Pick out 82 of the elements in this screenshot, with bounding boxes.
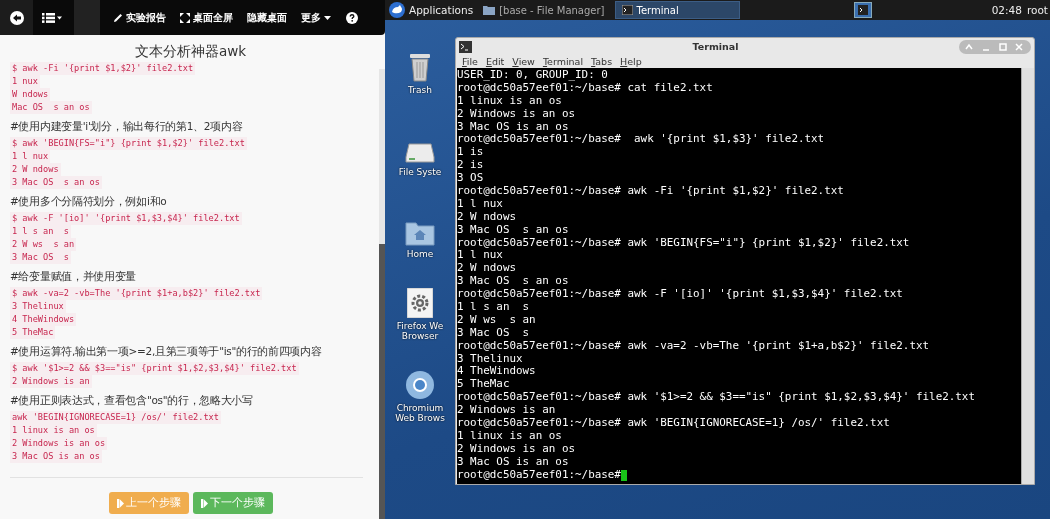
menu-item[interactable]: Terminal: [542, 56, 584, 67]
section-heading: #使用正则表达式，查看包含"os"的行，忽略大小写: [10, 394, 254, 408]
folder-icon: [483, 5, 496, 15]
taskbar-task[interactable]: [base - File Manager]: [477, 1, 611, 19]
terminal-line: root@dc50a57eef01:~/base# awk -va=2 -vb=The '{print $1+a,b$2}' file2.txt: [457, 339, 931, 353]
terminal-line: 5 TheMac: [457, 378, 511, 392]
terminal-line: 3 Thelinux: [457, 352, 524, 366]
menu-item[interactable]: File: [462, 56, 478, 67]
terminal-icon: [857, 5, 868, 15]
section-heading: #使用运算符,输出第一项>=2,且第三项等于"is"的行的前四项内容: [10, 345, 323, 359]
scrollbar[interactable]: [1021, 68, 1034, 484]
scrollbar[interactable]: [379, 69, 385, 519]
desktop-icon-label[interactable]: File Syste: [398, 167, 442, 177]
gear-icon[interactable]: [407, 288, 433, 318]
user-name: root: [1026, 4, 1048, 16]
terminal-line: 2 W ndows: [457, 262, 517, 276]
toolbar-button[interactable]: 桌面全屏: [173, 0, 240, 35]
terminal-line: 3 OS: [457, 172, 485, 185]
terminal-line: 1 is: [457, 146, 485, 160]
toolbar-button[interactable]: 隐藏桌面: [240, 0, 294, 35]
terminal-line: root@dc50a57eef01:~/base# awk -Fi '{print $1,$2}' file2.txt: [457, 185, 845, 198]
expand-icon: [180, 12, 190, 23]
terminal-line: 2 Windows is an os: [457, 107, 577, 121]
terminal-line: root@dc50a57eef01:~/base# awk 'BEGIN{IGNORECASE=1} /os/' file2.txt: [457, 417, 891, 430]
desktop-icon-label[interactable]: Trash: [408, 85, 432, 95]
terminal-line: 2 is: [457, 159, 485, 173]
terminal-line: root@dc50a57eef01:~/base# cat file2.txt: [457, 81, 714, 95]
terminal-line: 2 Windows is an os: [457, 442, 577, 456]
terminal-line: 3 Mac OS s an os: [457, 223, 570, 237]
mouse-logo-icon: [389, 2, 405, 18]
terminal-line: 4 TheWindows: [457, 365, 537, 379]
step-icon: [116, 498, 124, 508]
help-icon: [346, 11, 358, 24]
caret-icon: [324, 15, 331, 20]
desktop-icon-label[interactable]: Home: [406, 249, 434, 259]
folder-icon[interactable]: [405, 220, 435, 246]
back-button[interactable]: [0, 0, 33, 35]
terminal-line: 2 Windows is an: [457, 404, 557, 418]
workspace-switcher[interactable]: [853, 2, 872, 18]
desktop-icon-label[interactable]: Firefox We Browser: [396, 321, 444, 341]
chromium-logo-icon[interactable]: [405, 370, 435, 400]
menu-item[interactable]: Tabs: [591, 56, 613, 67]
terminal-line: 2 W ndows: [457, 210, 517, 224]
drive-icon[interactable]: [405, 142, 435, 164]
terminal-line: root@dc50a57eef01:~/base# awk -F '[io]' '{print $1,$3,$4}' file2.txt: [457, 288, 904, 302]
toolbar-button[interactable]: 实验报告: [106, 0, 173, 35]
terminal-line: root@dc50a57eef01:~/base#: [457, 468, 621, 482]
menu-item[interactable]: Help: [620, 56, 642, 67]
section-heading: #使用多个分隔符划分，例如i和o: [10, 195, 168, 209]
trash-icon[interactable]: [409, 52, 431, 82]
terminal-line: 3 Mac OS is an os: [457, 455, 570, 469]
terminal-icon: [459, 40, 472, 53]
terminal-line: 3 Mac OS s an os: [457, 275, 570, 289]
taskbar-task[interactable]: Terminal: [614, 1, 740, 19]
lesson-title: 文本分析神器awk: [133, 43, 248, 61]
terminal-line: USER_ID: 0, GROUP_ID: 0: [457, 69, 609, 82]
menu-item[interactable]: Edit: [485, 56, 505, 67]
text-cursor: [620, 469, 627, 481]
terminal-line: 1 linux is an os: [457, 94, 563, 108]
section-heading: #给变量赋值，并使用变量: [10, 270, 138, 284]
terminal-line: 3 Mac OS s: [457, 326, 531, 340]
applications-menu[interactable]: Applications: [385, 2, 478, 18]
terminal-line: root@dc50a57eef01:~/base# awk '$1>=2 && $3=="is" {print $1,$2,$3,$4}' file2.txt: [457, 391, 976, 405]
terminal-line: 1 linux is an os: [457, 429, 563, 443]
clock: 02:48: [991, 4, 1022, 16]
terminal-line: root@dc50a57eef01:~/base# awk 'BEGIN{FS="i"} {print $1,$2}' file2.txt: [457, 236, 911, 250]
blank-slot: [74, 0, 100, 35]
terminal-line: root@dc50a57eef01:~/base# awk '{print $1,$3}' file2.txt: [457, 133, 826, 147]
terminal-line: 2 W ws s an: [457, 313, 537, 327]
desktop-icon-label[interactable]: Chromium Web Brows: [395, 403, 445, 423]
terminal-line: 1 l nux: [457, 197, 504, 211]
terminal-line: 3 Mac OS is an os: [457, 120, 570, 134]
terminal-line: 1 l nux: [457, 249, 504, 263]
list-icon: [42, 12, 62, 23]
pencil-icon: [113, 12, 123, 23]
toolbar-button[interactable]: 更多: [294, 0, 338, 35]
section-heading: #使用内建变量'i'划分，输出每行的第1、2项内容: [10, 120, 244, 134]
menu-item[interactable]: View: [512, 56, 535, 67]
step-icon: [200, 498, 208, 508]
window-title: Terminal: [691, 41, 740, 52]
terminal-line: 1 l s an s: [457, 301, 531, 314]
terminal-icon: [621, 5, 633, 15]
